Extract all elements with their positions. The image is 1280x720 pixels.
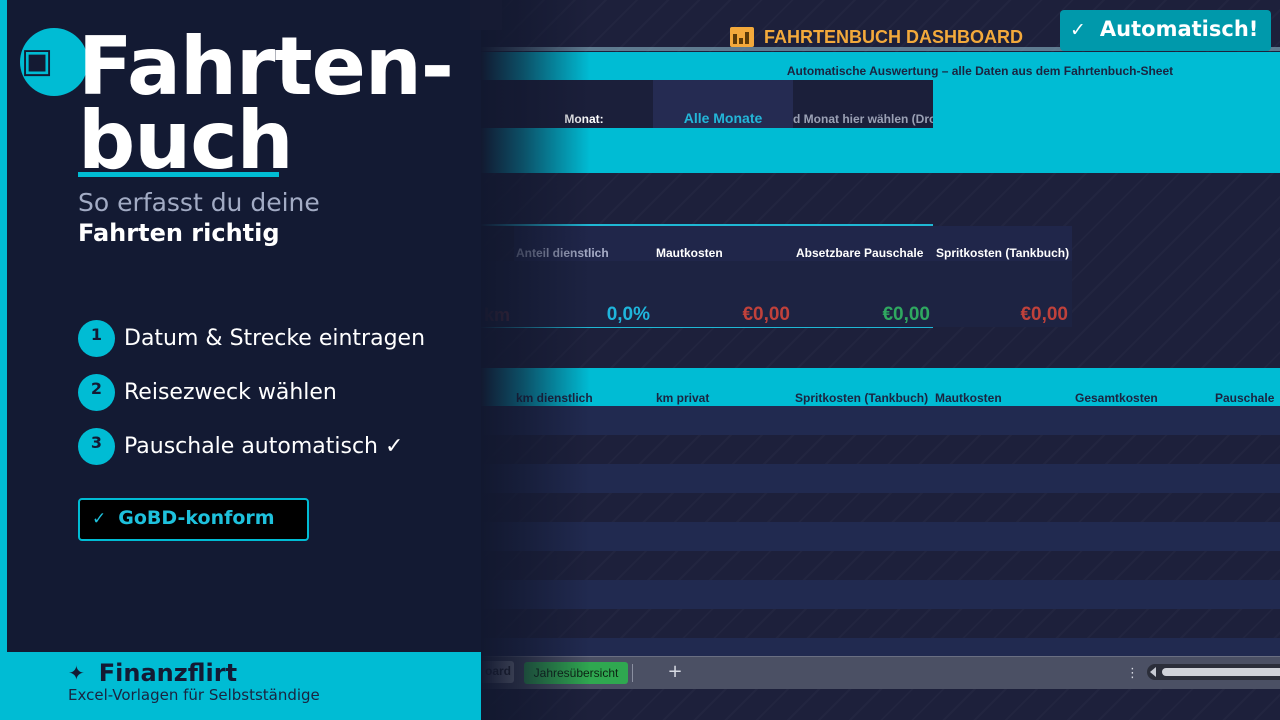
dashboard-title-text: FAHRTENBUCH DASHBOARD: [764, 26, 1023, 47]
scrollbar-thumb[interactable]: [1162, 668, 1280, 676]
col-gesamtkosten: Gesamtkosten: [1075, 391, 1158, 405]
month-row-fill: [933, 80, 1280, 128]
badge-label: GoBD-konform: [118, 507, 275, 529]
kpi-value-anteil: 0,0%: [514, 261, 654, 327]
gobd-badge: ✓ GoBD-konform: [78, 498, 309, 541]
kpi-value-maut: €0,00: [654, 261, 794, 327]
kpi-header-pauschale: Absetzbare Pauschale: [794, 226, 934, 261]
headline-line-1: Fahrten-: [78, 20, 454, 113]
header-band: [480, 128, 1280, 173]
table-row[interactable]: [480, 464, 1280, 493]
spreadsheet-dashboard: FAHRTENBUCH DASHBOARD Automatische Auswe…: [480, 0, 1280, 720]
headline-underline: [78, 172, 279, 177]
automatisch-badge: ✓ Automatisch!: [1060, 10, 1271, 51]
kpi-header-anteil: Anteil dienstlich: [514, 226, 654, 261]
table-row[interactable]: [480, 522, 1280, 551]
add-sheet-button[interactable]: +: [666, 660, 684, 684]
step-number: 1: [78, 319, 115, 357]
scroll-left-icon[interactable]: [1150, 667, 1156, 677]
kpi-value-pauschale: €0,00: [794, 261, 934, 327]
col-km-dienstlich: km dienstlich: [516, 391, 593, 405]
month-dropdown[interactable]: Alle Monate: [653, 80, 793, 128]
kpi-value-km: km: [480, 261, 514, 327]
table-row[interactable]: [480, 638, 1280, 656]
brand-tagline: Excel-Vorlagen für Selbstständige: [68, 686, 320, 704]
brand-name: Finanzflirt: [98, 659, 238, 687]
table-row[interactable]: [480, 580, 1280, 609]
headline-line-2: buch: [78, 94, 294, 187]
panel-top-strip: [470, 0, 502, 30]
step-2: 2 Reisezweck wählen: [78, 373, 337, 411]
check-icon: ✓: [1070, 19, 1086, 41]
headline: Fahrten- buch: [78, 20, 478, 187]
kpi-header-maut: Mautkosten: [654, 226, 794, 261]
brand: ✦ Finanzflirt: [68, 658, 237, 688]
step-1: 1 Datum & Strecke eintragen: [78, 319, 426, 357]
auto-label: Automatisch!: [1099, 17, 1259, 41]
kpi-header-sprit: Spritkosten (Tankbuch): [934, 226, 1072, 261]
step-number: 2: [78, 373, 115, 411]
month-label: Monat:: [514, 80, 654, 128]
col-km-privat: km privat: [656, 391, 710, 405]
more-options-icon[interactable]: ⋮: [1126, 664, 1139, 684]
col-mautkosten: Mautkosten: [935, 391, 1002, 405]
accent-bar: [0, 0, 7, 720]
sparkle-icon: ✦: [68, 661, 85, 685]
month-hint: d Monat hier wählen (Dropdown): [793, 80, 933, 128]
tab-separator: [632, 664, 633, 682]
tagline-line-2: Fahrten richtig: [78, 219, 280, 247]
dashboard-subtitle: Automatische Auswertung – alle Daten aus…: [786, 64, 1174, 78]
check-icon: ✓: [92, 509, 107, 529]
kpi-bottom-border: [480, 327, 933, 328]
tab-jahresuebersicht[interactable]: Jahresübersicht: [524, 662, 628, 684]
bar-chart-icon: [730, 27, 754, 47]
tab-dashboard[interactable]: oard: [480, 661, 514, 683]
dashboard-title: FAHRTENBUCH DASHBOARD: [730, 24, 1023, 50]
step-text: Datum & Strecke eintragen: [124, 325, 426, 351]
step-text: Reisezweck wählen: [124, 379, 337, 405]
kpi-value-sprit: €0,00: [934, 261, 1072, 327]
col-spritkosten: Spritkosten (Tankbuch): [795, 391, 929, 405]
step-text: Pauschale automatisch ✓: [124, 433, 404, 459]
step-number: 3: [78, 427, 115, 465]
step-3: 3 Pauschale automatisch ✓: [78, 427, 404, 465]
col-pauschale: Pauschale: [1215, 391, 1275, 405]
table-row[interactable]: [480, 406, 1280, 435]
tagline-line-1: So erfasst du deine: [78, 188, 320, 217]
